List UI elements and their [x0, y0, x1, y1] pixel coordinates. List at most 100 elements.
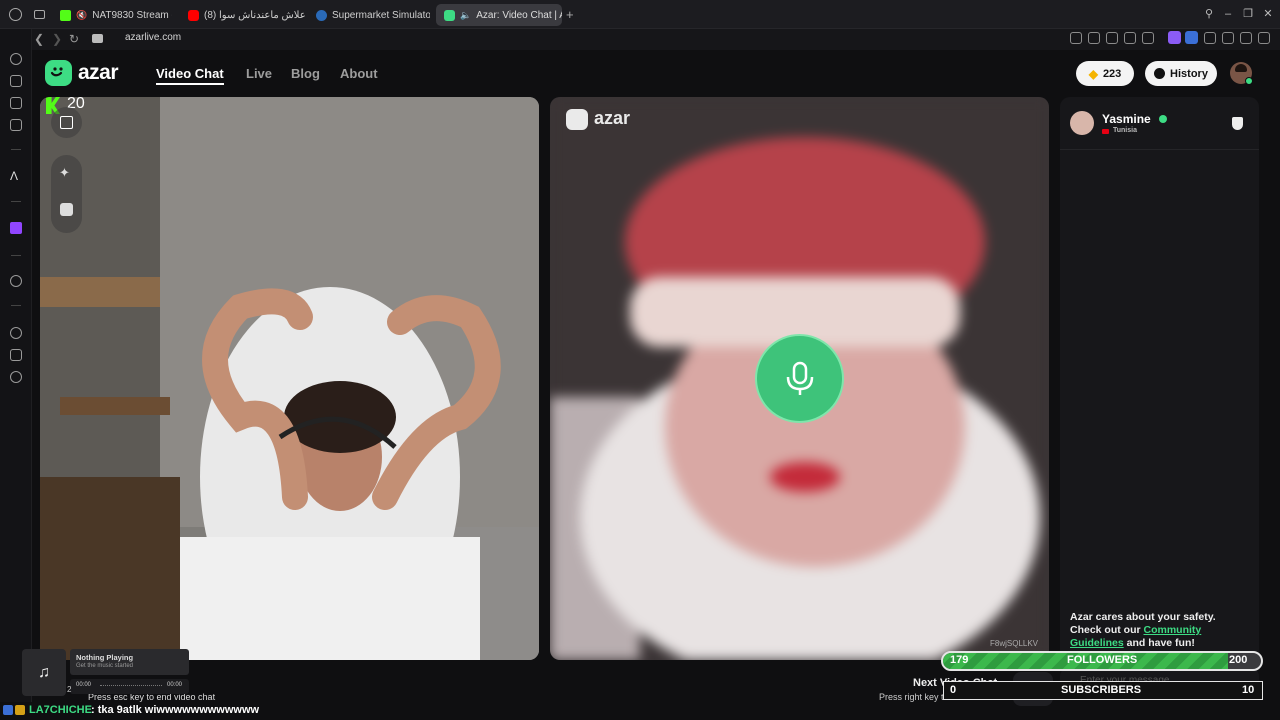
tunisia-flag-icon — [1102, 129, 1109, 134]
music-time-end: 00:00 — [167, 682, 183, 688]
gem-icon: ◆ — [1088, 66, 1098, 81]
sidebar-divider — [11, 149, 21, 150]
microphone-button[interactable] — [755, 334, 844, 423]
puzzle-extensions-icon[interactable] — [1204, 32, 1216, 44]
music-progress-track — [100, 685, 162, 687]
tab-steam[interactable]: Supermarket Simulator on — [308, 4, 430, 26]
nav-video-chat[interactable]: Video Chat — [156, 66, 224, 85]
browser-sidebar: Λ — [0, 29, 32, 720]
tab-title: (8) هاو علاش ماعندناش سوا — [204, 9, 305, 21]
nav-about[interactable]: About — [340, 66, 378, 81]
share-icon[interactable] — [1222, 32, 1234, 44]
aria-icon[interactable] — [10, 53, 22, 65]
player-icon[interactable] — [10, 275, 22, 287]
verified-icon — [1159, 115, 1167, 123]
history-clock-icon[interactable] — [10, 327, 22, 339]
play-icon[interactable] — [1124, 32, 1136, 44]
now-playing-card: Nothing Playing Get the music started — [70, 649, 189, 675]
opera-menu-icon[interactable] — [9, 8, 22, 21]
followers-label: FOLLOWERS — [1067, 654, 1138, 666]
twitch-icon[interactable] — [10, 222, 22, 234]
url-field[interactable]: azarlive.com — [125, 32, 181, 43]
browser-tab-bar: 🔇 NAT9830 Stream - Wa (8) هاو علاش ماعند… — [0, 0, 1280, 29]
azar-icon — [444, 9, 455, 21]
stream-chat-line: LA7CHICHE : tka 9atlk wiwwwwwwwwwwww — [0, 702, 640, 720]
chat-panel: Yasmine Tunisia Azar cares about your sa… — [1060, 97, 1259, 660]
muted-speaker-icon[interactable]: 🔇 — [76, 10, 87, 21]
music-time-start: 00:00 — [76, 682, 92, 688]
restore-button[interactable]: ❐ — [1242, 8, 1254, 20]
expand-button[interactable] — [51, 107, 82, 138]
mail-icon[interactable] — [10, 119, 22, 131]
sidebar-divider — [11, 305, 21, 306]
face-filter-icon[interactable] — [60, 203, 73, 216]
tab-title: Supermarket Simulator on — [332, 9, 430, 21]
chat-username: LA7CHICHE — [29, 704, 92, 716]
back-icon[interactable]: ❮ — [34, 32, 44, 46]
music-note-icon: ♫ — [22, 649, 66, 696]
history-button[interactable]: History — [1145, 61, 1217, 86]
search-tabs-icon[interactable]: ⚲ — [1203, 8, 1215, 20]
subscribers-label: SUBSCRIBERS — [1061, 684, 1142, 696]
heart-icon[interactable] — [1142, 32, 1154, 44]
camera-indicator-icon[interactable] — [92, 34, 103, 43]
tab-youtube[interactable]: (8) هاو علاش ماعندناش سوا — [180, 4, 305, 26]
steam-icon — [316, 9, 327, 21]
sparkle-effects-icon[interactable]: ✦ — [59, 165, 70, 181]
peer-avatar[interactable] — [1070, 111, 1094, 135]
minimize-button[interactable]: – — [1222, 8, 1234, 20]
report-shield-icon[interactable] — [1232, 117, 1243, 130]
history-label: History — [1170, 67, 1208, 80]
music-progress-row: 00:00 00:00 — [70, 679, 189, 694]
wallet-icon[interactable] — [1258, 32, 1270, 44]
shopping-icon[interactable] — [10, 75, 22, 87]
tab-switcher-icon[interactable] — [34, 10, 45, 19]
bookmark-icon[interactable] — [1070, 32, 1082, 44]
chat-message: : tka 9atlk wiwwwwwwwwwwww — [91, 704, 260, 716]
translate-icon[interactable] — [1185, 31, 1198, 44]
safety-line1: Azar cares about your safety. — [1070, 611, 1216, 623]
self-video-panel: 20 ✦ — [40, 97, 539, 660]
badge-icon — [3, 705, 13, 715]
azar-logo-icon[interactable] — [45, 60, 72, 86]
speaker-icon[interactable]: 🔈 — [460, 10, 471, 21]
images-icon[interactable] — [10, 97, 22, 109]
followers-goal-bar: 179 FOLLOWERS 200 — [941, 651, 1263, 671]
download-icon[interactable] — [1240, 32, 1252, 44]
subscribers-goal-bar: 0 SUBSCRIBERS 10 — [943, 681, 1263, 700]
extensions-icon[interactable] — [10, 349, 22, 361]
youtube-icon — [188, 9, 199, 21]
microphone-icon — [786, 361, 813, 395]
tab-title: Azar: Video Chat | Alte — [476, 9, 562, 21]
tab-azar[interactable]: 🔈 Azar: Video Chat | Alte — [436, 4, 562, 26]
extension-a-icon[interactable] — [1168, 31, 1181, 44]
tab-kick-stream[interactable]: 🔇 NAT9830 Stream - Wa — [52, 4, 172, 26]
menu-icon[interactable]: ⋮ — [1276, 31, 1280, 45]
safety-line3: and have fun! — [1126, 637, 1195, 649]
safety-line2: Check out our — [1070, 624, 1141, 636]
peer-country: Tunisia — [1113, 127, 1137, 134]
reload-icon[interactable]: ↻ — [69, 32, 79, 46]
followers-current: 179 — [950, 654, 969, 666]
gems-count: 223 — [1102, 67, 1122, 80]
peer-id: F8wjSQLLKV — [990, 639, 1039, 648]
azar-watermark: azar — [594, 108, 631, 128]
forward-icon[interactable]: ❯ — [52, 32, 62, 46]
kick-icon — [60, 9, 71, 21]
clock-icon — [1154, 68, 1166, 79]
nav-blog[interactable]: Blog — [291, 66, 320, 81]
close-window-button[interactable]: ✕ — [1262, 8, 1274, 20]
new-tab-button[interactable]: + — [566, 7, 574, 22]
opera-a-icon[interactable]: Λ — [10, 169, 18, 183]
settings-gear-icon[interactable] — [10, 371, 22, 383]
azar-watermark-icon — [566, 109, 588, 130]
peer-video-panel: azar F8wjSQLLKV — [550, 97, 1049, 660]
nav-live[interactable]: Live — [246, 66, 272, 81]
adblock-icon[interactable] — [1106, 32, 1118, 44]
sidebar-divider — [11, 255, 21, 256]
snapshot-icon[interactable] — [1088, 32, 1100, 44]
self-video-feed — [40, 97, 539, 660]
music-title: Nothing Playing — [76, 653, 134, 662]
gems-balance-button[interactable]: ◆ 223 — [1076, 61, 1134, 86]
brand-name[interactable]: azar — [78, 61, 119, 85]
